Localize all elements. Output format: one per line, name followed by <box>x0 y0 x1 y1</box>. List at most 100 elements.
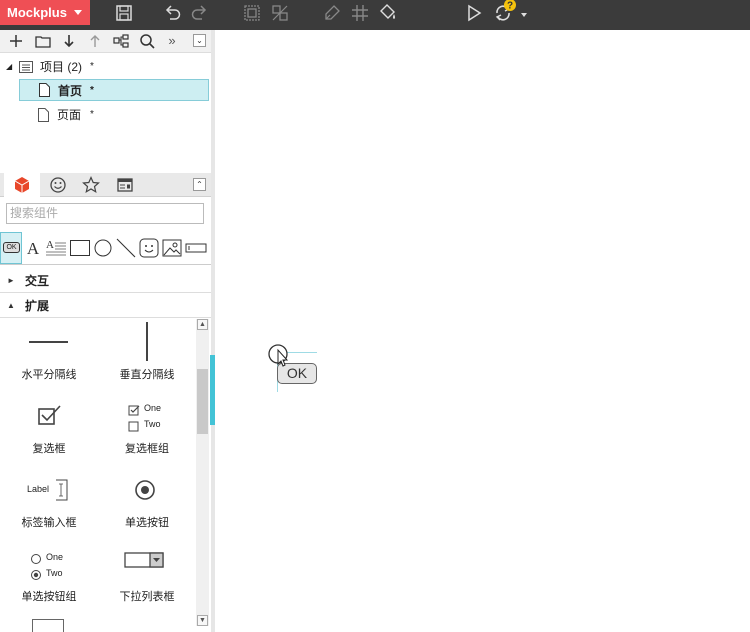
tree-item-label: 首页 <box>58 84 83 98</box>
sitemap-icon[interactable] <box>112 32 130 50</box>
grid-icon[interactable] <box>349 2 371 24</box>
component-horizontal-divider[interactable]: 水平分隔线 <box>0 319 98 393</box>
move-down-icon[interactable] <box>60 32 78 50</box>
paragraph-icon[interactable]: A <box>45 237 67 259</box>
page-icon <box>39 83 50 97</box>
circle-icon[interactable] <box>94 237 112 259</box>
add-icon[interactable] <box>7 32 25 50</box>
preview-play-icon[interactable] <box>463 2 485 24</box>
sync-dropdown-chevron-icon[interactable] <box>520 8 528 17</box>
component-next-partial[interactable] <box>32 619 64 632</box>
emoji-icon[interactable] <box>139 237 159 259</box>
collapse-icon[interactable]: ⌄ <box>193 34 206 47</box>
tab-favorites[interactable] <box>73 173 109 197</box>
hr-icon <box>29 341 68 343</box>
scroll-thumb[interactable] <box>197 369 208 434</box>
smile-icon <box>50 177 66 193</box>
fill-icon[interactable] <box>377 2 399 24</box>
option-label: Two <box>46 568 63 578</box>
component-radio[interactable]: 单选按钮 <box>98 467 196 541</box>
rectangle-icon[interactable] <box>70 237 90 259</box>
component-label: 垂直分隔线 <box>119 369 175 381</box>
component-label-input[interactable]: Label 标签输入框 <box>0 467 98 541</box>
component-label: 水平分隔线 <box>21 369 77 381</box>
label-input-icon: Label <box>0 467 98 515</box>
component-label: 单选按钮 <box>125 517 169 529</box>
component-scrollbar[interactable]: ▲ ▼ <box>196 319 209 626</box>
input-field-icon[interactable] <box>185 237 207 259</box>
tab-icons[interactable] <box>40 173 76 197</box>
checkbox-group-icon: One Two <box>98 393 196 441</box>
redo-icon[interactable] <box>189 2 211 24</box>
component-checkbox-group[interactable]: One Two 复选框组 <box>98 393 196 467</box>
component-label: 标签输入框 <box>21 517 77 529</box>
component-dropdown[interactable]: 下拉列表框 <box>98 541 196 615</box>
group-icon[interactable] <box>241 2 263 24</box>
checkbox-icon <box>38 405 61 425</box>
component-vertical-divider[interactable]: 垂直分隔线 <box>98 319 196 393</box>
app-menu-button[interactable]: Mockplus <box>0 0 90 25</box>
project-toolbar: » ⌄ <box>0 30 211 53</box>
more-icon[interactable]: » <box>163 33 181 51</box>
chevron-down-icon <box>74 10 82 15</box>
tree-item-page[interactable]: 页面 * <box>0 104 211 126</box>
component-label: 复选框 <box>32 443 66 455</box>
help-badge-icon[interactable]: ? <box>502 0 518 13</box>
component-label: 复选框组 <box>125 443 169 455</box>
dropdown-icon <box>124 552 164 568</box>
search-icon[interactable] <box>138 32 156 50</box>
line-icon[interactable] <box>116 237 136 259</box>
quick-button-ok[interactable]: OK <box>0 232 22 264</box>
save-icon[interactable] <box>113 2 135 24</box>
section-label: 交互 <box>25 274 50 288</box>
svg-text:?: ? <box>507 1 513 12</box>
option-label: One <box>46 552 64 562</box>
format-painter-icon[interactable] <box>321 2 343 24</box>
scroll-up-icon[interactable]: ▲ <box>197 319 208 330</box>
component-label: 下拉列表框 <box>119 591 175 603</box>
section-extension[interactable]: ▲ 扩展 <box>0 294 211 318</box>
svg-text:A: A <box>27 239 40 258</box>
unsaved-star: * <box>90 61 94 72</box>
component-tabs: ⌃ <box>0 173 211 197</box>
quick-components-bar: OK A A <box>0 231 211 265</box>
cube-icon <box>14 177 30 193</box>
design-canvas[interactable]: OK <box>215 30 750 632</box>
component-search-input[interactable]: 搜索组件 <box>6 203 204 224</box>
unsaved-star: * <box>90 109 94 120</box>
expanded-triangle-icon: ▲ <box>7 301 15 310</box>
move-up-icon[interactable] <box>86 32 104 50</box>
option-label: Two <box>144 419 161 429</box>
svg-text:A: A <box>46 239 54 251</box>
folder-icon[interactable] <box>34 32 52 50</box>
vr-icon <box>146 322 148 361</box>
tab-components[interactable] <box>4 173 40 197</box>
radio-group-icon: One Two <box>0 541 98 589</box>
drag-cursor-icon <box>268 344 289 367</box>
inner-label: Label <box>27 484 50 494</box>
expand-triangle-icon[interactable]: ◢ <box>6 56 12 78</box>
component-checkbox[interactable]: 复选框 <box>0 393 98 467</box>
tree-item-project[interactable]: ◢ 项目 (2) * <box>0 56 211 78</box>
text-icon[interactable]: A <box>26 237 40 259</box>
left-panel: » ⌄ ◢ 项目 (2) * 首页 * 页面 * ⌃ 搜索组件 OK A A ►… <box>0 30 211 632</box>
app-brand-label: Mockplus <box>7 5 67 20</box>
tab-templates[interactable] <box>107 173 143 197</box>
top-toolbar: Mockplus ? <box>0 0 750 30</box>
ungroup-icon[interactable] <box>269 2 291 24</box>
unsaved-star: * <box>90 85 94 96</box>
component-radio-group[interactable]: One Two 单选按钮组 <box>0 541 98 615</box>
tree-item-label: 页面 <box>57 108 82 122</box>
image-icon[interactable] <box>162 237 182 259</box>
search-placeholder: 搜索组件 <box>10 206 59 220</box>
undo-icon[interactable] <box>161 2 183 24</box>
collapse-components-icon[interactable]: ⌃ <box>193 178 206 191</box>
scroll-down-icon[interactable]: ▼ <box>197 615 208 626</box>
template-icon <box>117 178 133 192</box>
section-label: 扩展 <box>25 299 50 313</box>
section-interaction[interactable]: ► 交互 <box>0 269 211 293</box>
component-label: 单选按钮组 <box>21 591 77 603</box>
quick-button-label: OK <box>3 242 20 253</box>
star-icon <box>82 176 100 194</box>
tree-item-page-home[interactable]: 首页 * <box>19 79 209 101</box>
